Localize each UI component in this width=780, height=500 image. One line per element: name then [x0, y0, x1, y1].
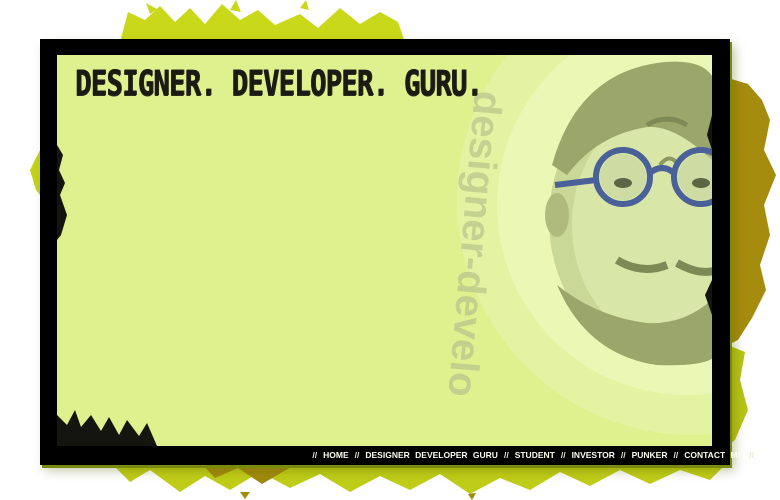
nav-item-contact-me[interactable]: CONTACT ME	[684, 450, 743, 460]
main-frame: designer-develo DESIGNER. DEVELOPER. GUR…	[40, 39, 730, 465]
nav-item-designer-developer-guru[interactable]: DESIGNER DEVELOPER GURU	[365, 450, 498, 460]
nav-separator: //	[503, 450, 509, 460]
nav-separator: //	[749, 450, 754, 460]
nav-separator: //	[620, 450, 626, 460]
portrait-artwork: designer-develo	[57, 55, 712, 446]
nav-item-investor[interactable]: INVESTOR	[572, 450, 615, 460]
nav-item-student[interactable]: STUDENT	[515, 450, 555, 460]
main-nav: // HOME // DESIGNER DEVELOPER GURU // ST…	[306, 447, 760, 463]
nav-item-home[interactable]: HOME	[323, 450, 349, 460]
nav-separator: //	[312, 450, 318, 460]
nav-separator: //	[354, 450, 360, 460]
page-title: DESIGNER. DEVELOPER. GURU.	[75, 64, 483, 104]
content-panel: designer-develo DESIGNER. DEVELOPER. GUR…	[57, 55, 712, 446]
nav-item-punker[interactable]: PUNKER	[632, 450, 668, 460]
nav-separator: //	[673, 450, 679, 460]
nav-separator: //	[560, 450, 566, 460]
